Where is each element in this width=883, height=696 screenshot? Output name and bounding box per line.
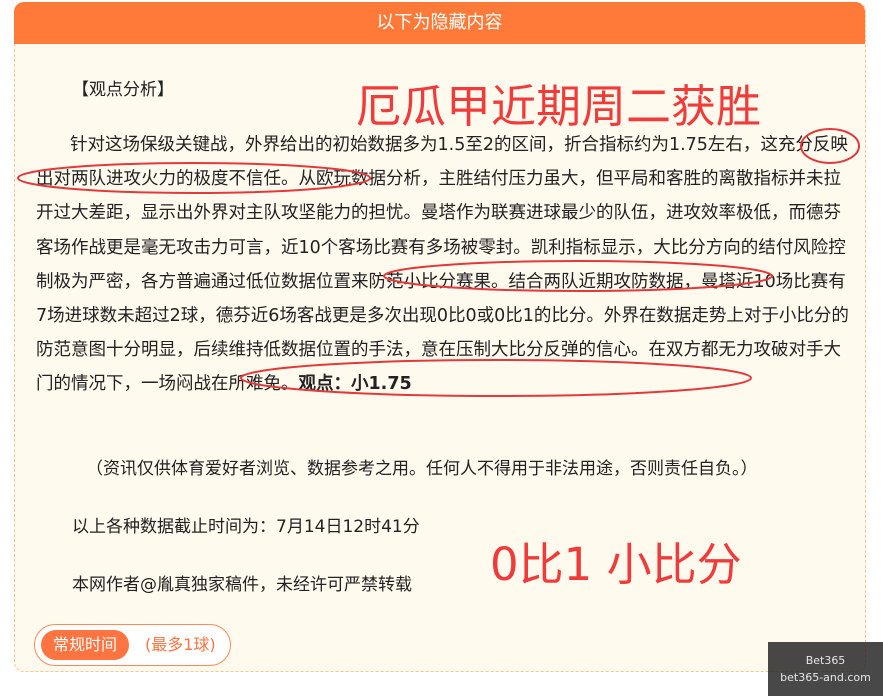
max-goals-label: (最多1球) [145,635,216,654]
site-watermark: Bet365 bet365-and.com [768,642,883,696]
watermark-line-1: Bet365 [805,654,846,667]
regular-time-pill[interactable]: 常规时间 [41,630,129,660]
regular-time-tag[interactable]: 常规时间 (最多1球) [34,624,231,666]
overlay-score: 0比1 小比分 [490,538,742,591]
section-heading: 【观点分析】 [72,80,174,100]
author-notice: 本网作者@胤真独家稿件，未经许可严禁转载 [72,575,412,595]
overlay-title: 厄瓜甲近期周二获胜 [356,80,762,133]
analysis-text-4: 各方普遍通过低位数据位置来防范小比分赛果。 [141,271,509,292]
analysis-text-1: 针对这场保级关键战，外界给出的初始数据多为1.5至2的区间，折合指标约为1.75… [70,135,761,155]
analysis-paragraph: 针对这场保级关键战，外界给出的初始数据多为1.5至2的区间，折合指标约为1.75… [36,128,851,402]
disclaimer-notice: （资讯仅供体育爱好者浏览、数据参考之用。任何人不得用于非法用途，否则责任自负。） [86,459,758,479]
watermark-line-2: bet365-and.com [780,671,871,684]
verdict-text: 观点：小1.75 [298,374,412,395]
data-cutoff-time: 以上各种数据截止时间为：7月14日12时41分 [72,517,420,537]
hidden-content-header: 以下为隐藏内容 [14,2,865,44]
